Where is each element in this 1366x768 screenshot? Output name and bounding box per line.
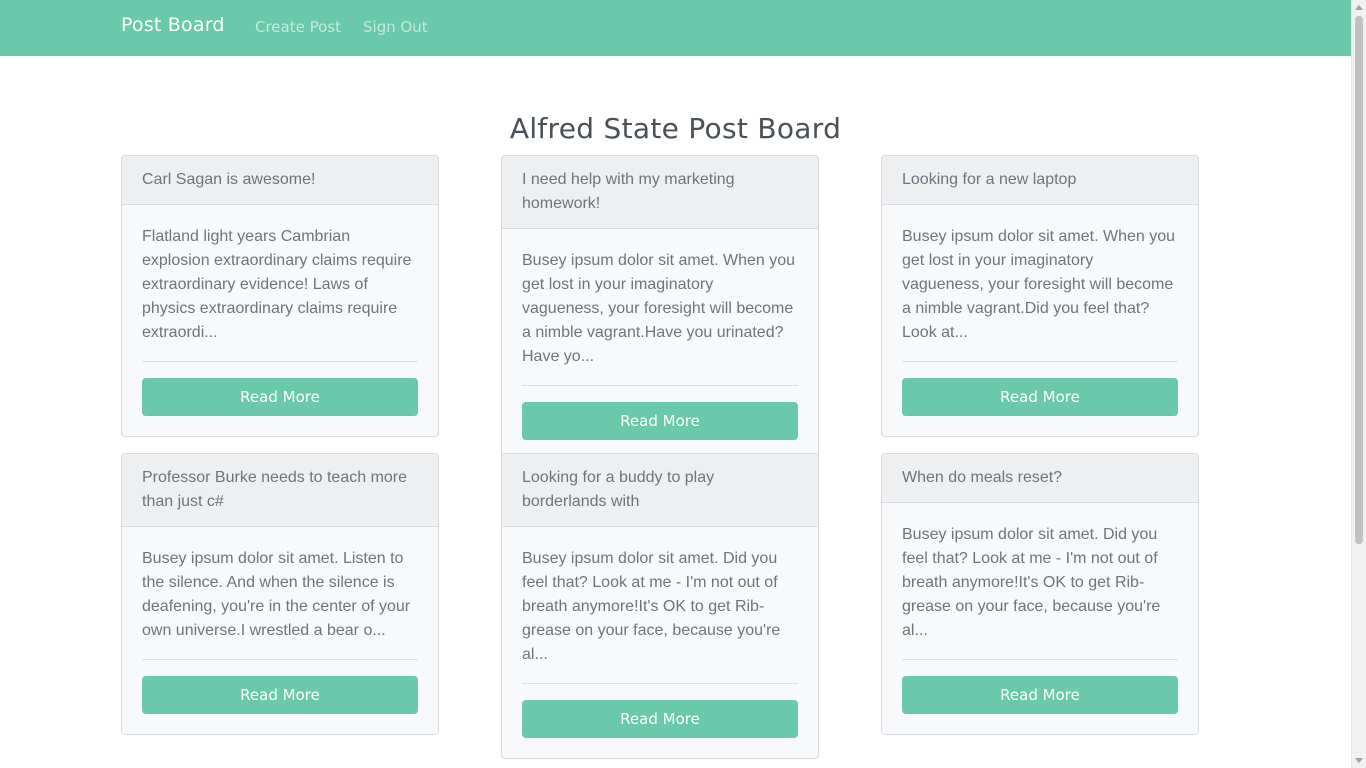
post-card-title: Looking for a new laptop <box>882 156 1198 205</box>
viewport: Post Board Create Post Sign Out Alfred S… <box>0 0 1366 768</box>
post-card-excerpt: Flatland light years Cambrian explosion … <box>142 228 412 341</box>
post-card-body: Busey ipsum dolor sit amet. When you get… <box>502 229 818 460</box>
navbar: Post Board Create Post Sign Out <box>0 0 1351 56</box>
post-card-excerpt: Busey ipsum dolor sit amet. Did you feel… <box>522 550 781 663</box>
nav-create-post-link[interactable]: Create Post <box>255 18 341 36</box>
post-card-body: Busey ipsum dolor sit amet. Did you feel… <box>502 527 818 758</box>
scrollbar-thumb[interactable] <box>1355 16 1363 544</box>
divider <box>902 361 1178 362</box>
post-card-excerpt: Busey ipsum dolor sit amet. When you get… <box>902 228 1176 341</box>
page-title: Alfred State Post Board <box>509 112 842 145</box>
post-card-body: Flatland light years Cambrian explosion … <box>122 205 438 436</box>
post-card-title: When do meals reset? <box>882 454 1198 503</box>
post-card: Professor Burke needs to teach more than… <box>121 453 439 735</box>
vertical-scrollbar[interactable] <box>1351 0 1366 768</box>
post-card: Looking for a new laptop Busey ipsum dol… <box>881 155 1199 437</box>
post-card-title: Carl Sagan is awesome! <box>122 156 438 205</box>
divider <box>142 361 418 362</box>
divider <box>142 659 418 660</box>
read-more-button[interactable]: Read More <box>142 378 418 416</box>
nav-sign-out-link[interactable]: Sign Out <box>363 18 428 36</box>
post-card-excerpt: Busey ipsum dolor sit amet. When you get… <box>522 252 796 365</box>
post-card-body: Busey ipsum dolor sit amet. When you get… <box>882 205 1198 436</box>
post-card: When do meals reset? Busey ipsum dolor s… <box>881 453 1199 735</box>
divider <box>522 683 798 684</box>
post-card-excerpt: Busey ipsum dolor sit amet. Listen to th… <box>142 550 411 639</box>
post-card-body: Busey ipsum dolor sit amet. Did you feel… <box>882 503 1198 734</box>
read-more-button[interactable]: Read More <box>902 378 1178 416</box>
post-card: Looking for a buddy to play borderlands … <box>501 453 819 759</box>
read-more-button[interactable]: Read More <box>522 700 798 738</box>
post-card-title: Professor Burke needs to teach more than… <box>122 454 438 527</box>
post-card: I need help with my marketing homework! … <box>501 155 819 461</box>
post-card-excerpt: Busey ipsum dolor sit amet. Did you feel… <box>902 526 1161 639</box>
divider <box>522 385 798 386</box>
brand-link[interactable]: Post Board <box>121 14 225 36</box>
scroll-down-arrow-icon[interactable] <box>1355 758 1363 763</box>
read-more-button[interactable]: Read More <box>142 676 418 714</box>
post-card: Carl Sagan is awesome! Flatland light ye… <box>121 155 439 437</box>
read-more-button[interactable]: Read More <box>902 676 1178 714</box>
read-more-button[interactable]: Read More <box>522 402 798 440</box>
post-card-title: I need help with my marketing homework! <box>502 156 818 229</box>
divider <box>902 659 1178 660</box>
scroll-up-arrow-icon[interactable] <box>1355 5 1363 10</box>
post-card-title: Looking for a buddy to play borderlands … <box>502 454 818 527</box>
post-card-body: Busey ipsum dolor sit amet. Listen to th… <box>122 527 438 734</box>
